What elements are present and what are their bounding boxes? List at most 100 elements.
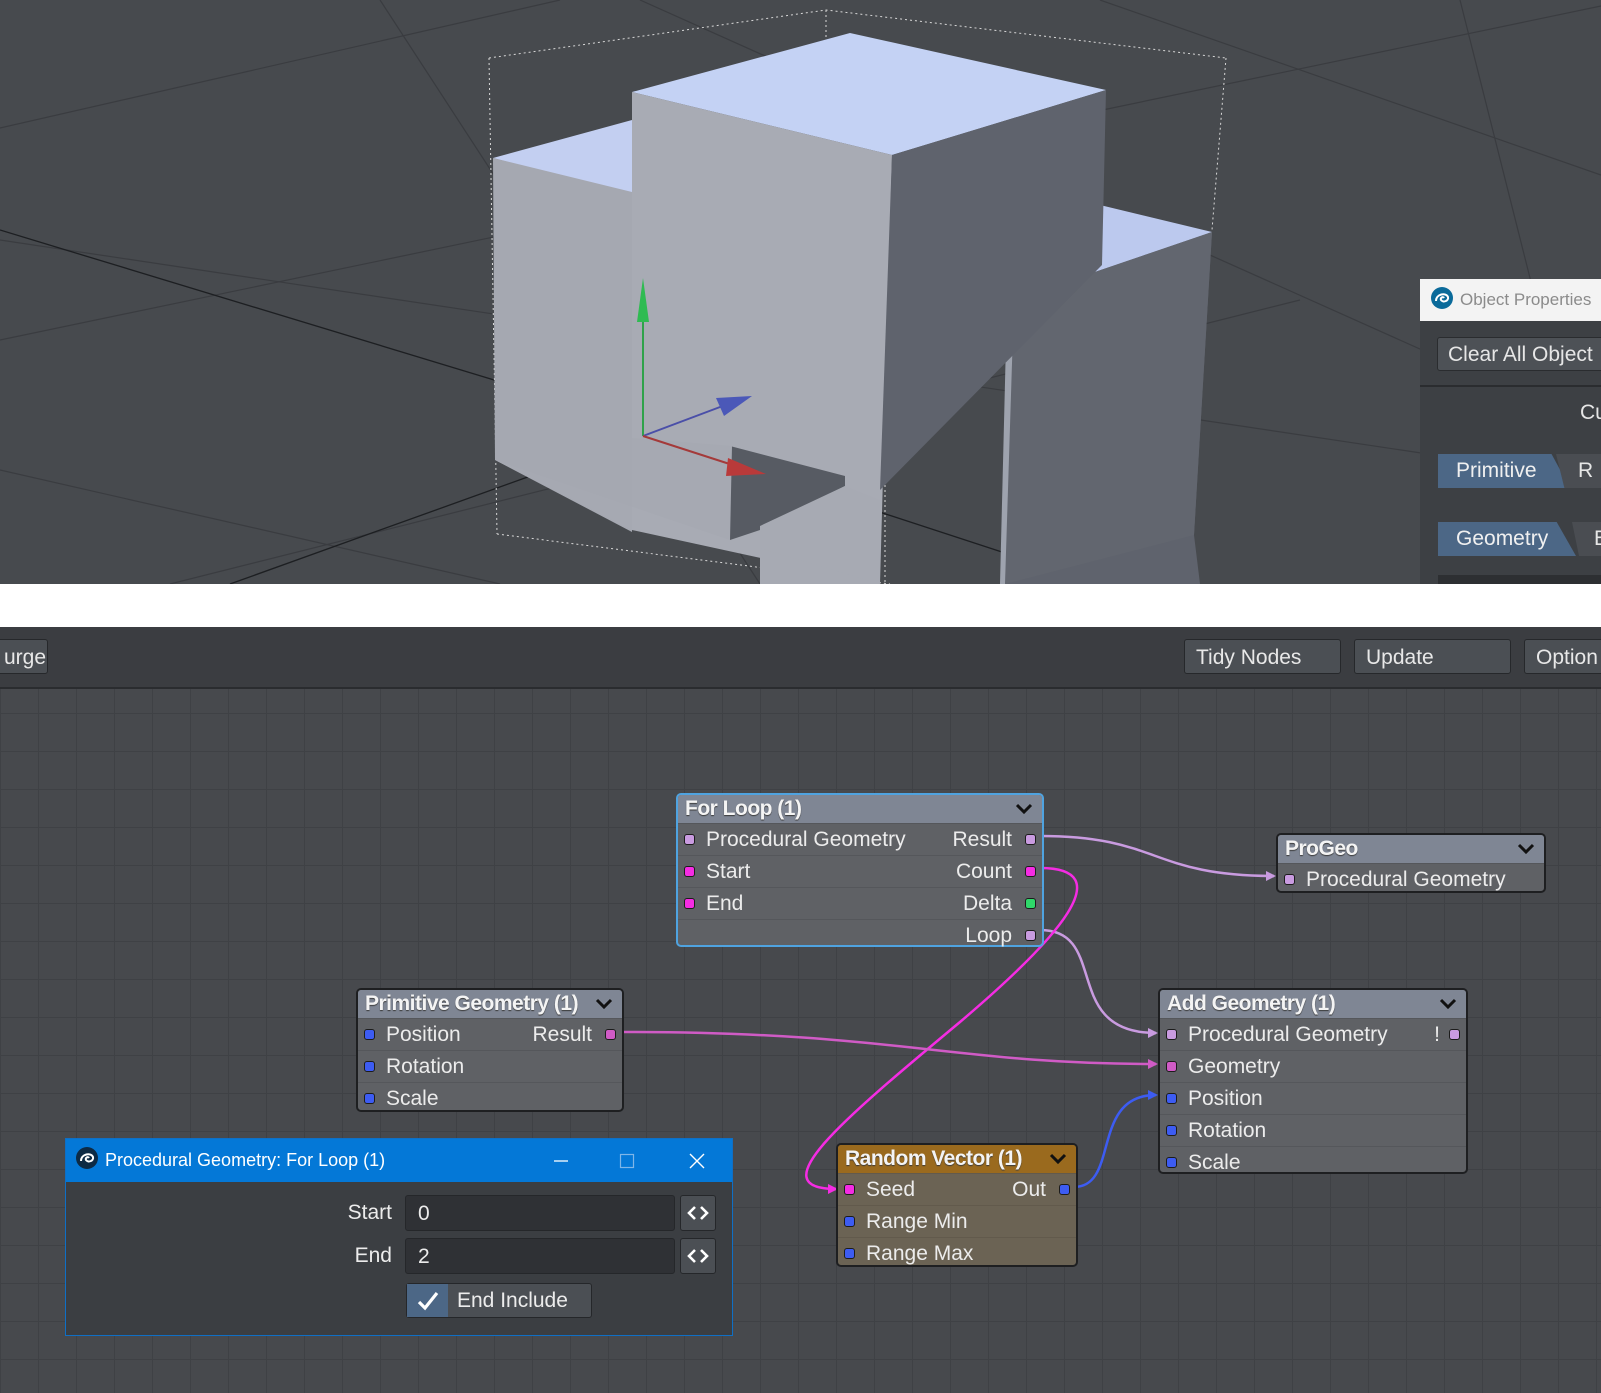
for-loop-node[interactable]: For Loop (1) Procedural Geometry Result … [676,793,1044,947]
port-label: Result [532,1023,592,1046]
port-row: Geometry [1160,1050,1466,1082]
result-output-port[interactable] [1025,834,1036,845]
scale-input-port[interactable] [1166,1157,1177,1168]
port-label: Geometry [1188,1055,1281,1078]
start-input-port[interactable] [684,866,695,877]
end-input[interactable]: 2 [405,1238,675,1274]
port-label: Scale [386,1087,439,1110]
end-envelope-button[interactable] [680,1238,716,1274]
dialog-title: Procedural Geometry: For Loop (1) [105,1150,386,1170]
node-title: For Loop (1) [685,797,802,820]
tab-primitive[interactable]: Primitive [1438,454,1570,488]
port-row: Procedural Geometry ! [1160,1018,1466,1050]
port-label: End [706,892,744,915]
port-label: Procedural Geometry [706,828,906,851]
rotation-input-port[interactable] [364,1061,375,1072]
port-row: Scale [358,1082,622,1114]
add-geometry-node-header[interactable]: Add Geometry (1) [1160,990,1466,1018]
tab-e-partial[interactable]: E [1572,522,1601,556]
port-label: Rotation [386,1055,465,1078]
seed-input-port[interactable] [844,1184,855,1195]
object-properties-panel: Object Properties Clear All Object Cu Pr… [1420,279,1601,584]
result-output-port[interactable] [605,1029,616,1040]
end-include-checkbox[interactable]: End Include [406,1283,592,1318]
tab-geometry[interactable]: Geometry [1438,522,1576,556]
range-max-input-port[interactable] [844,1248,855,1259]
port-row: End Delta [678,887,1042,919]
add-geometry-node[interactable]: Add Geometry (1) Procedural Geometry ! G… [1158,988,1468,1174]
scale-input-port[interactable] [364,1093,375,1104]
port-row: Loop [678,919,1042,951]
port-row: Seed Out [838,1173,1076,1205]
lightwave-logo-icon [75,1146,99,1175]
start-envelope-button[interactable] [680,1195,716,1231]
viewport-scene [0,0,1601,584]
count-output-port[interactable] [1025,866,1036,877]
range-min-input-port[interactable] [844,1216,855,1227]
wire-primitive-to-geometry [623,1030,1158,1069]
procedural-geometry-input-port[interactable] [1284,874,1295,885]
node-title: Add Geometry (1) [1167,992,1336,1015]
object-properties-titlebar[interactable]: Object Properties [1420,279,1601,321]
port-label: Seed [866,1178,916,1201]
object-properties-title: Object Properties [1460,290,1592,309]
end-include-label: End Include [457,1289,568,1312]
port-label: Delta [962,892,1012,915]
port-label: Loop [965,924,1012,947]
wire-loop-to-add-geometry [1039,928,1158,1038]
port-label: Count [955,860,1012,883]
port-row: Procedural Geometry Result [678,823,1042,855]
primitive-geometry-node[interactable]: Primitive Geometry (1) Position Result R… [356,988,624,1112]
random-vector-node-header[interactable]: Random Vector (1) [838,1145,1076,1173]
position-input-port[interactable] [364,1029,375,1040]
rotation-input-port[interactable] [1166,1125,1177,1136]
port-row: Start Count [678,855,1042,887]
checkmark-icon[interactable] [407,1284,448,1317]
primitive-geometry-node-header[interactable]: Primitive Geometry (1) [358,990,622,1018]
wire-result-to-progeo [1039,834,1276,881]
delta-output-port[interactable] [1025,898,1036,909]
port-label: Range Min [866,1210,968,1233]
port-label: Position [386,1023,461,1046]
cube-geometry [493,33,1212,584]
node-title: ProGeo [1285,837,1358,860]
progeo-node-header[interactable]: ProGeo [1278,835,1544,863]
port-label: Out [1012,1178,1046,1201]
for-loop-properties-dialog: Procedural Geometry: For Loop (1) Start … [65,1138,733,1336]
arrows-left-right-icon [687,1249,709,1263]
port-label: Position [1188,1087,1263,1110]
node-title: Random Vector (1) [845,1147,1023,1170]
port-label: Rotation [1188,1119,1267,1142]
port-row: Procedural Geometry [1278,863,1544,895]
geometry-input-port[interactable] [1166,1061,1177,1072]
port-label: Start [706,860,751,883]
start-input[interactable]: 0 [405,1195,675,1231]
close-icon[interactable] [664,1139,730,1182]
3d-viewport[interactable]: Object Properties Clear All Object Cu Pr… [0,0,1601,584]
port-row: Rotation [358,1050,622,1082]
port-label: Procedural Geometry [1188,1023,1388,1046]
position-input-port[interactable] [1166,1093,1177,1104]
current-label-partial: Cu [1580,401,1601,424]
maximize-icon[interactable] [594,1139,660,1182]
output-port[interactable] [1449,1029,1460,1040]
node-title: Primitive Geometry (1) [365,992,579,1015]
minimize-icon[interactable] [528,1139,594,1182]
out-output-port[interactable] [1059,1184,1070,1195]
clear-all-objects-button[interactable]: Clear All Object [1437,337,1601,371]
start-label: Start [347,1201,392,1224]
port-row: Range Min [838,1205,1076,1237]
procedural-geometry-input-port[interactable] [1166,1029,1177,1040]
end-input-port[interactable] [684,898,695,909]
progeo-node[interactable]: ProGeo Procedural Geometry [1276,833,1546,893]
port-row: Range Max [838,1237,1076,1269]
dialog-titlebar[interactable]: Procedural Geometry: For Loop (1) [66,1139,732,1182]
procedural-geometry-input-port[interactable] [684,834,695,845]
port-row: Position Result [358,1018,622,1050]
panel-bottom-strip [1438,575,1601,584]
loop-output-port[interactable] [1025,930,1036,941]
random-vector-node[interactable]: Random Vector (1) Seed Out Range Min Ran… [836,1143,1078,1267]
for-loop-node-header[interactable]: For Loop (1) [678,795,1042,823]
port-row: Rotation [1160,1114,1466,1146]
port-label: Range Max [866,1242,974,1265]
